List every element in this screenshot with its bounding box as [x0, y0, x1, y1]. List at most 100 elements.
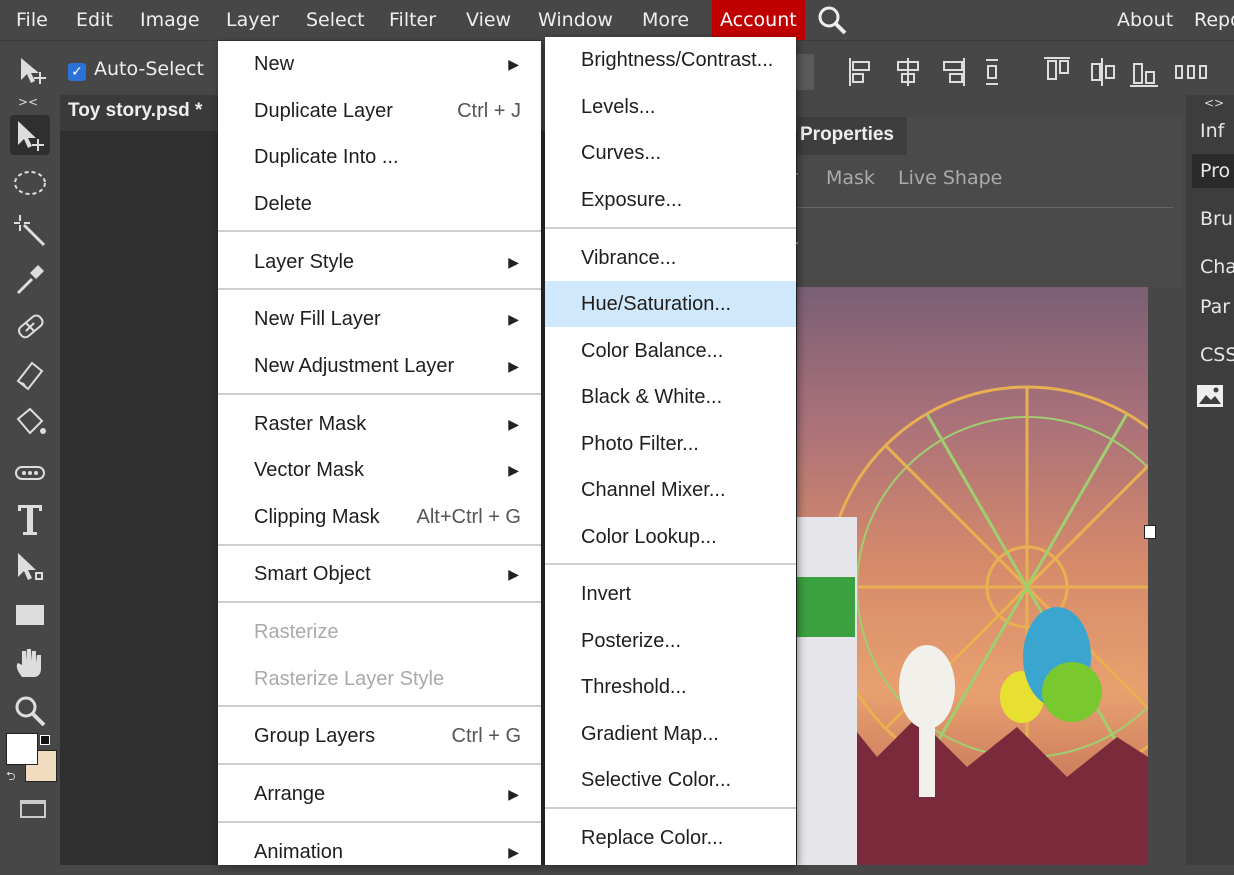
menu-more[interactable]: More	[634, 0, 697, 40]
type-tool-icon[interactable]	[10, 499, 50, 539]
menu-item-replace-color[interactable]: Replace Color...	[545, 815, 796, 861]
submenu-arrow-icon: ▶	[508, 56, 519, 72]
menu-separator	[218, 544, 541, 546]
menu-item-levels[interactable]: Levels...	[545, 84, 796, 130]
menu-item-vector-mask[interactable]: Vector Mask ▶	[218, 447, 541, 493]
properties-tab-mask[interactable]: Mask	[826, 167, 875, 189]
align-icons[interactable]	[846, 54, 1036, 90]
panel-css[interactable]: CSS	[1200, 344, 1234, 366]
panel-brush[interactable]: Bru	[1200, 208, 1233, 230]
menu-item-rasterize-layer-style: Rasterize Layer Style	[254, 668, 445, 690]
menu-item-curves[interactable]: Curves...	[545, 130, 796, 176]
menu-separator	[218, 763, 541, 765]
menu-item-hue-saturation[interactable]: Hue/Saturation...	[545, 281, 796, 327]
submenu-arrow-icon: ▶	[508, 844, 519, 860]
menu-item-gradient-map[interactable]: Gradient Map...	[545, 711, 796, 757]
menu-item-delete[interactable]: Delete	[218, 181, 541, 227]
menu-separator	[218, 393, 541, 395]
menu-separator	[218, 821, 541, 823]
search-icon[interactable]	[816, 4, 848, 36]
menu-separator	[218, 230, 541, 232]
panel-properties[interactable]: Pro	[1200, 160, 1230, 182]
menu-separator	[545, 227, 796, 229]
panel-paragraph[interactable]: Par	[1200, 296, 1230, 318]
menu-image[interactable]: Image	[132, 0, 208, 40]
menu-separator	[218, 705, 541, 707]
panel-info[interactable]: Inf	[1200, 120, 1224, 142]
menu-item-exposure[interactable]: Exposure...	[545, 177, 796, 223]
menu-item-photo-filter[interactable]: Photo Filter...	[545, 421, 796, 467]
menu-item-vibrance[interactable]: Vibrance...	[545, 235, 796, 281]
menu-window[interactable]: Window	[530, 0, 621, 40]
menu-item-color-balance[interactable]: Color Balance...	[545, 328, 796, 374]
layer-menu: New ▶ Duplicate Layer Ctrl + J Duplicate I…	[218, 41, 541, 865]
menu-item-animation[interactable]: Animation ▶	[218, 829, 541, 875]
menu-item-layer-style[interactable]: Layer Style ▶	[218, 239, 541, 285]
eyedropper-icon[interactable]	[10, 259, 50, 299]
quick-mask-icon[interactable]	[20, 800, 46, 818]
marquee-tool-icon[interactable]	[10, 163, 50, 203]
menu-report[interactable]: Repo	[1186, 0, 1234, 40]
healing-brush-icon[interactable]	[10, 307, 50, 347]
foreground-color-swatch[interactable]	[6, 733, 38, 765]
menu-item-selective-color[interactable]: Selective Color...	[545, 757, 796, 803]
menu-item-arrange[interactable]: Arrange ▶	[218, 771, 541, 817]
move-tool-icon[interactable]	[10, 115, 50, 155]
menu-item-posterize[interactable]: Posterize...	[545, 618, 796, 664]
rectangle-tool-icon[interactable]	[10, 595, 50, 635]
menu-item-raster-mask[interactable]: Raster Mask ▶	[218, 401, 541, 447]
paint-bucket-icon[interactable]	[10, 403, 50, 443]
menu-item-channel-mixer[interactable]: Channel Mixer...	[545, 467, 796, 513]
magic-wand-icon[interactable]	[10, 211, 50, 251]
menu-bar: File Edit Image Layer Select Filter View…	[0, 0, 1234, 41]
menu-select[interactable]: Select	[298, 0, 373, 40]
swap-colors-icon[interactable]: ⮌	[6, 767, 16, 788]
menu-item-new[interactable]: New ▶	[218, 41, 541, 87]
default-colors-icon[interactable]	[40, 735, 50, 745]
menu-item-brightness-contrast[interactable]: Brightness/Contrast...	[545, 37, 796, 83]
menu-item-duplicate-layer[interactable]: Duplicate Layer Ctrl + J	[218, 88, 541, 134]
submenu-arrow-icon: ▶	[508, 254, 519, 270]
expand-panel-icon[interactable]: <>	[1204, 96, 1224, 110]
move-tool-icon[interactable]	[16, 54, 50, 88]
properties-tab-live-shape[interactable]: Live Shape	[898, 167, 1002, 189]
ferris-wheel-artwork	[797, 385, 1148, 865]
menu-item-threshold[interactable]: Threshold...	[545, 664, 796, 710]
menu-edit[interactable]: Edit	[68, 0, 121, 40]
submenu-arrow-icon: ▶	[508, 566, 519, 582]
canvas-image[interactable]	[797, 287, 1148, 865]
menu-about[interactable]: About	[1109, 0, 1181, 40]
panel-character[interactable]: Cha	[1200, 256, 1234, 278]
menu-item-new-adjustment-layer[interactable]: New Adjustment Layer ▶	[218, 343, 541, 389]
menu-item-new-fill-layer[interactable]: New Fill Layer ▶	[218, 296, 541, 342]
hand-tool-icon[interactable]	[10, 643, 50, 683]
path-select-icon[interactable]	[10, 547, 50, 587]
collapse-panel-icon[interactable]: ><	[18, 95, 38, 109]
menu-item-color-lookup[interactable]: Color Lookup...	[545, 514, 796, 560]
menu-item-clipping-mask[interactable]: Clipping Mask Alt+Ctrl + G	[218, 494, 541, 540]
menu-item-group-layers[interactable]: Group Layers Ctrl + G	[218, 713, 541, 759]
distribute-icons[interactable]	[1040, 54, 1230, 90]
menu-item-black-white[interactable]: Black & White...	[545, 374, 796, 420]
menu-item-invert[interactable]: Invert	[545, 571, 796, 617]
menu-item-duplicate-into[interactable]: Duplicate Into ...	[218, 134, 541, 180]
menu-item-smart-object[interactable]: Smart Object ▶	[218, 551, 541, 597]
menu-account[interactable]: Account	[712, 0, 805, 40]
menu-filter[interactable]: Filter	[381, 0, 444, 40]
properties-divider	[797, 207, 1173, 208]
menu-view[interactable]: View	[458, 0, 519, 40]
auto-select-label: Auto-Select	[94, 58, 204, 80]
menu-item-rasterize: Rasterize	[254, 621, 339, 643]
menu-separator	[218, 288, 541, 290]
menu-layer[interactable]: Layer	[218, 0, 287, 40]
clone-stamp-icon[interactable]	[10, 451, 50, 491]
zoom-tool-icon[interactable]	[10, 691, 50, 731]
transform-handle[interactable]	[1144, 525, 1156, 539]
image-panel-icon[interactable]	[1196, 384, 1224, 408]
eraser-icon[interactable]	[10, 355, 50, 395]
auto-select-checkbox[interactable]: ✓	[68, 63, 86, 81]
menu-separator	[545, 563, 796, 565]
properties-title: Properties	[800, 124, 894, 145]
submenu-arrow-icon: ▶	[508, 311, 519, 327]
menu-file[interactable]: File	[8, 0, 56, 40]
